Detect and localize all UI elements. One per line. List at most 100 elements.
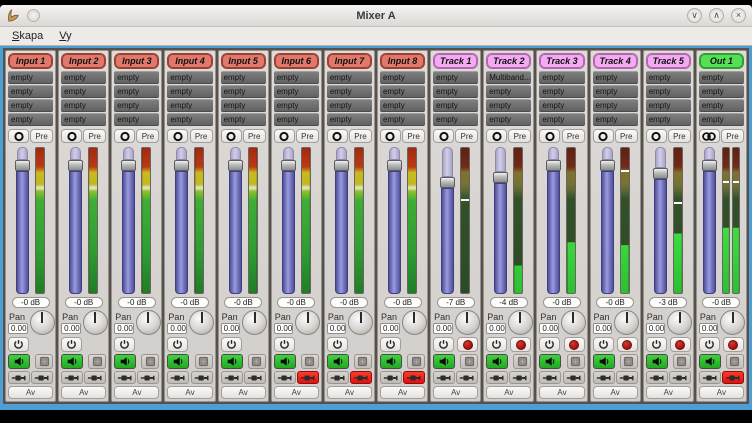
output-connection-button[interactable] [137, 371, 159, 384]
plugin-slot[interactable]: empty [274, 99, 319, 112]
plugin-slot[interactable]: empty [699, 113, 744, 126]
pan-knob[interactable] [30, 310, 55, 335]
monitor-button[interactable] [433, 354, 455, 369]
output-routing-button[interactable] [380, 129, 401, 143]
plugin-slot[interactable]: empty [274, 85, 319, 98]
input-connection-button[interactable] [221, 371, 243, 384]
record-arm-button[interactable] [617, 337, 638, 352]
output-routing-button[interactable] [274, 129, 295, 143]
output-routing-button[interactable] [61, 129, 82, 143]
plugin-slot[interactable]: empty [539, 71, 584, 84]
monitor-button[interactable] [593, 354, 615, 369]
av-button[interactable]: Av [593, 386, 638, 399]
plugin-slot[interactable]: empty [433, 113, 478, 126]
strip-label[interactable]: Input 2 [61, 53, 106, 69]
output-routing-button[interactable] [114, 129, 135, 143]
output-routing-button[interactable] [486, 129, 507, 143]
volume-fader[interactable] [703, 147, 716, 294]
plugin-slot[interactable]: empty [699, 85, 744, 98]
output-routing-button[interactable] [699, 129, 720, 143]
input-connection-button[interactable] [593, 371, 615, 384]
aux-button[interactable] [354, 354, 372, 369]
monitor-button[interactable] [167, 354, 189, 369]
fader-handle[interactable] [334, 160, 349, 171]
fader-handle[interactable] [493, 172, 508, 183]
mute-power-button[interactable] [274, 337, 295, 352]
volume-fader[interactable] [547, 147, 560, 294]
aux-button[interactable] [141, 354, 159, 369]
plugin-slot[interactable]: empty [327, 113, 372, 126]
aux-button[interactable] [195, 354, 213, 369]
plugin-slot[interactable]: empty [8, 99, 53, 112]
volume-fader[interactable] [175, 147, 188, 294]
pre-fader-button[interactable]: Pre [349, 129, 372, 143]
aux-button[interactable] [726, 354, 744, 369]
input-connection-button[interactable] [114, 371, 136, 384]
output-routing-button[interactable] [167, 129, 188, 143]
plugin-slot[interactable]: empty [327, 71, 372, 84]
monitor-button[interactable] [646, 354, 668, 369]
strip-label[interactable]: Track 5 [646, 53, 691, 69]
monitor-button[interactable] [221, 354, 243, 369]
input-connection-button[interactable] [327, 371, 349, 384]
fader-handle[interactable] [228, 160, 243, 171]
strip-label[interactable]: Track 4 [593, 53, 638, 69]
volume-fader[interactable] [494, 147, 507, 294]
plugin-slot[interactable]: empty [486, 99, 531, 112]
output-routing-button[interactable] [327, 129, 348, 143]
plugin-slot[interactable]: empty [167, 113, 212, 126]
pan-knob[interactable] [348, 310, 373, 335]
aux-button[interactable] [301, 354, 319, 369]
mute-power-button[interactable] [699, 337, 720, 352]
fader-handle[interactable] [440, 177, 455, 188]
plugin-slot[interactable]: empty [593, 85, 638, 98]
aux-button[interactable] [407, 354, 425, 369]
plugin-slot[interactable]: empty [646, 113, 691, 126]
fader-handle[interactable] [15, 160, 30, 171]
plugin-slot[interactable]: empty [433, 99, 478, 112]
monitor-button[interactable] [380, 354, 402, 369]
plugin-slot[interactable]: empty [8, 85, 53, 98]
pre-fader-button[interactable]: Pre [455, 129, 478, 143]
plugin-slot[interactable]: empty [8, 113, 53, 126]
plugin-slot[interactable]: empty [8, 71, 53, 84]
av-button[interactable]: Av [539, 386, 584, 399]
strip-label[interactable]: Track 2 [486, 53, 531, 69]
plugin-slot[interactable]: empty [646, 99, 691, 112]
pan-knob[interactable] [667, 310, 692, 335]
plugin-slot[interactable]: empty [327, 85, 372, 98]
strip-label[interactable]: Input 6 [274, 53, 319, 69]
pan-knob[interactable] [561, 310, 586, 335]
plugin-slot[interactable]: empty [380, 71, 425, 84]
plugin-slot[interactable]: empty [380, 85, 425, 98]
output-connection-button[interactable] [456, 371, 478, 384]
plugin-slot[interactable]: empty [221, 113, 266, 126]
output-connection-button[interactable] [244, 371, 266, 384]
plugin-slot[interactable]: empty [221, 99, 266, 112]
fader-handle[interactable] [121, 160, 136, 171]
monitor-button[interactable] [274, 354, 296, 369]
monitor-button[interactable] [8, 354, 30, 369]
pre-fader-button[interactable]: Pre [668, 129, 691, 143]
menu-vy[interactable]: Vy [51, 28, 79, 44]
plugin-slot[interactable]: empty [539, 113, 584, 126]
av-button[interactable]: Av [274, 386, 319, 399]
strip-label[interactable]: Track 3 [539, 53, 584, 69]
titlebar[interactable]: Mixer A ∨∧× [0, 5, 752, 27]
monitor-button[interactable] [327, 354, 349, 369]
mute-power-button[interactable] [486, 337, 507, 352]
fader-handle[interactable] [281, 160, 296, 171]
plugin-slot[interactable]: empty [114, 71, 159, 84]
input-connection-button[interactable] [61, 371, 83, 384]
output-connection-button[interactable] [31, 371, 53, 384]
pan-knob[interactable] [136, 310, 161, 335]
plugin-slot[interactable]: empty [114, 113, 159, 126]
record-arm-button[interactable] [510, 337, 531, 352]
menu-skapa[interactable]: Skapa [4, 28, 51, 44]
volume-fader[interactable] [16, 147, 29, 294]
volume-fader[interactable] [388, 147, 401, 294]
output-connection-button[interactable] [191, 371, 213, 384]
volume-fader[interactable] [229, 147, 242, 294]
av-button[interactable]: Av [167, 386, 212, 399]
pan-knob[interactable] [83, 310, 108, 335]
